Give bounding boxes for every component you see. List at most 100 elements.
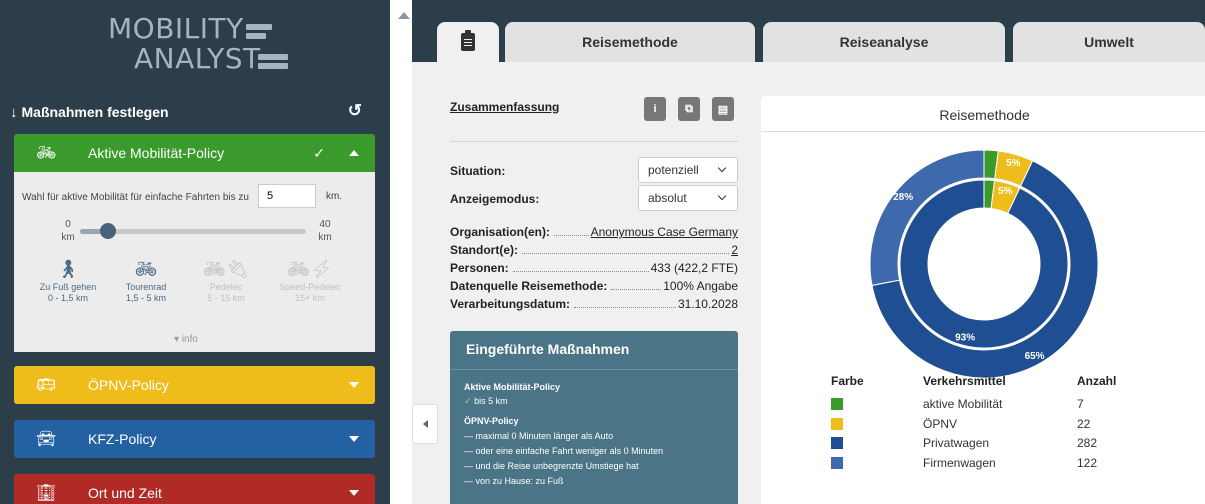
situation-label: Situation: — [450, 164, 506, 178]
policy-title: KFZ-Policy — [88, 431, 157, 447]
range-max: 40 km — [318, 219, 332, 243]
copy-button[interactable]: ⧉ — [678, 97, 700, 121]
verarbeitungsdatum-row: Verarbeitungsdatum: 31.10.2028 — [450, 297, 738, 311]
slider-thumb[interactable] — [100, 223, 117, 239]
tab-summary[interactable] — [437, 22, 499, 62]
donut-label-outer-2: 65% — [1025, 351, 1045, 362]
chart-title: Reisemethode — [761, 96, 1205, 132]
car-icon: 🚘︎ — [36, 431, 57, 448]
info-toggle[interactable]: ▾ info — [174, 334, 198, 345]
organisation-link[interactable]: Anonymous Case Germany — [591, 225, 738, 239]
measure-line: — maximal 0 Minuten länger als Auto — [464, 431, 614, 441]
logo-text-mobility: MOBILITY — [108, 12, 244, 45]
bicycle-icon: 🚲︎ — [134, 259, 158, 279]
donut-label-inner-1: 5% — [998, 186, 1013, 197]
mode-walking: 🚶︎ Zu Fuß gehen 0 - 1,5 km — [28, 258, 108, 304]
policy-title: Ort und Zeit — [88, 485, 162, 501]
legend-header-verkehrsmittel: Verkehrsmittel — [923, 374, 1006, 388]
chevron-down-icon[interactable] — [349, 382, 359, 388]
info-button[interactable]: i — [644, 97, 666, 121]
mode-speed-pedelec: 🚲︎⚡︎ Speed-Pedelec 15+ km — [270, 258, 350, 304]
policy-kfz-header[interactable]: 🚘︎ KFZ-Policy — [14, 420, 375, 458]
distance-input[interactable] — [258, 184, 316, 208]
policy-title: ÖPNV-Policy — [88, 377, 169, 393]
chevron-up-icon[interactable] — [349, 150, 359, 156]
legend-label: Firmenwagen — [923, 455, 996, 470]
app-window: MOBILITY ANALYST ↓ Maßnahmen festlegen ↺… — [0, 0, 1205, 504]
situation-select[interactable]: potenziell — [638, 157, 738, 183]
pedelec-icon: 🚲︎🔌︎ — [203, 259, 249, 279]
personen-row: Personen: 433 (422,2 FTE) — [450, 261, 738, 275]
panel-toggle-button[interactable] — [412, 404, 438, 444]
policy-oepnv-header[interactable]: 🚌︎ ÖPNV-Policy — [14, 366, 375, 404]
mode-pedelec: 🚲︎🔌︎ Pedelec 5 - 15 km — [186, 258, 266, 304]
donut-label-outer-1: 5% — [1006, 158, 1021, 169]
measure-line: ✓ bis 5 km — [464, 396, 508, 406]
datenquelle-row: Datenquelle Reisemethode: 100% Angabe — [450, 279, 738, 293]
legend-swatch — [831, 398, 843, 410]
logo-text-analyst: ANALYST — [134, 42, 261, 75]
checkmark-icon: ✓ — [313, 144, 325, 161]
anzeigemodus-select[interactable]: absolut — [638, 185, 738, 211]
divider — [450, 141, 738, 142]
legend-swatch — [831, 437, 843, 449]
range-min: 0 km — [61, 219, 75, 243]
logo: MOBILITY ANALYST — [108, 14, 288, 86]
speed-pedelec-icon: 🚲︎⚡︎ — [287, 259, 333, 279]
arrow-down-icon: ↓ — [10, 103, 18, 121]
measure-line: Aktive Mobilität-Policy — [464, 382, 561, 392]
bicycle-icon: 🚲︎ — [36, 145, 57, 162]
collapse-up-icon[interactable] — [398, 12, 410, 19]
donut-label-inner-2: 93% — [955, 333, 975, 344]
measures-box-title: Eingeführte Maßnahmen — [466, 341, 630, 357]
info-icon: i — [653, 103, 657, 115]
donut-chart: 5% 93% 5% 65% 28% — [869, 149, 1099, 379]
bus-icon: 🚌︎ — [36, 377, 57, 394]
mode-touring-bike: 🚲︎ Tourenrad 1,5 - 5 km — [106, 258, 186, 304]
caret-down-icon: ▾ — [174, 334, 180, 345]
donut-label-outer-3: 28% — [893, 192, 913, 203]
legend-label: aktive Mobilität — [923, 397, 1003, 411]
policy-title: Aktive Mobilität-Policy — [88, 145, 225, 161]
legend-count: 122 — [1077, 455, 1098, 470]
legend-header-farbe: Farbe — [831, 374, 864, 388]
document-icon: ▤ — [717, 103, 729, 116]
measures-header-label: Maßnahmen festlegen — [21, 104, 169, 120]
legend-count: 22 — [1077, 416, 1091, 431]
export-button[interactable]: ▤ — [712, 97, 734, 121]
measures-header: ↓ Maßnahmen festlegen ↺ — [10, 101, 380, 123]
policy-ort-zeit-header[interactable]: 🏢︎ Ort und Zeit — [14, 474, 375, 504]
organisation-row: Organisation(en): Anonymous Case Germany — [450, 225, 738, 239]
standort-row: Standort(e): 2 — [450, 243, 738, 257]
legend-header-anzahl: Anzahl — [1077, 374, 1117, 388]
legend-count: 7 — [1077, 397, 1084, 411]
clipboard-icon — [461, 30, 475, 51]
legend-label: ÖPNV — [923, 416, 958, 431]
chevron-down-icon[interactable] — [349, 436, 359, 442]
measure-line: — von zu Hause: zu Fuß — [464, 476, 564, 486]
standort-link[interactable]: 2 — [731, 243, 738, 257]
chevron-down-icon[interactable] — [349, 490, 359, 496]
reset-icon[interactable]: ↺ — [348, 101, 362, 121]
measure-line: — und die Reise unbegrenzte Umstiege hat — [464, 461, 639, 471]
walking-icon: 🚶︎ — [56, 259, 80, 279]
copy-icon: ⧉ — [685, 102, 693, 115]
anzeigemodus-label: Anzeigemodus: — [450, 192, 540, 206]
policy-active-mobility-header[interactable]: 🚲︎ Aktive Mobilität-Policy ✓ — [14, 134, 375, 172]
distance-label: Wahl für aktive Mobilität für einfache F… — [22, 192, 249, 203]
donut-slice-inner-2[interactable] — [899, 179, 1069, 349]
legend-swatch — [831, 456, 843, 469]
active-mobility-body: Wahl für aktive Mobilität für einfache F… — [14, 172, 375, 352]
legend-label: Privatwagen — [923, 436, 990, 450]
chevron-down-icon — [717, 163, 727, 173]
measure-line: ÖPNV-Policy — [464, 416, 519, 426]
measure-line: — oder eine einfache Fahrt weniger als 0… — [464, 446, 664, 456]
tab-reiseanalyse[interactable]: Reiseanalyse — [763, 22, 1005, 62]
legend-count: 282 — [1077, 436, 1098, 450]
tab-reisemethode[interactable]: Reisemethode — [505, 22, 755, 62]
summary-title: Zusammenfassung — [450, 100, 560, 114]
chevron-down-icon — [717, 191, 727, 201]
tab-umwelt[interactable]: Umwelt — [1013, 22, 1205, 62]
introduced-measures-box: Eingeführte Maßnahmen Aktive Mobilität-P… — [450, 331, 738, 504]
checkmark-icon: ✓ — [464, 396, 472, 406]
